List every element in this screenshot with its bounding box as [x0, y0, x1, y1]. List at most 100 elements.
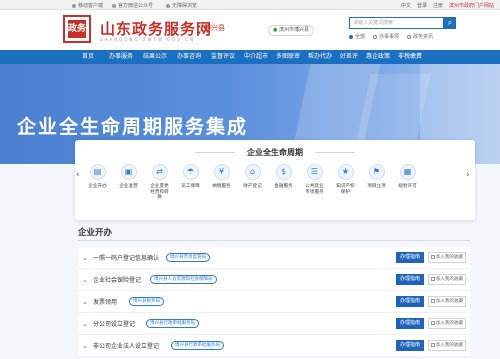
- search-button[interactable]: ⌕: [444, 17, 456, 29]
- main-nav: 首页 办事服务 结果公示 办事咨询 监督评议 中介超市 多图联审 帮办代办 好差…: [0, 50, 500, 64]
- chevron-down-icon[interactable]: ⌄: [82, 254, 88, 262]
- checkbox-icon: [431, 342, 435, 347]
- stage-label: 企业开办: [88, 184, 107, 189]
- guide-button[interactable]: 办理指南: [396, 340, 424, 351]
- stage-operating-permit[interactable]: ▣ 企业准营: [113, 164, 144, 201]
- utility-bar: 移动客户端 官方微信公众号 无障碍浏览 中文 登录 注册 滨州市政府门户网站: [0, 0, 500, 10]
- stage-label: 纳税服务: [212, 184, 231, 189]
- stage-project[interactable]: ⚑ 项目立项: [361, 164, 392, 201]
- scope-news-radio[interactable]: 政务资讯: [407, 33, 433, 40]
- umbrella-icon: ☂: [182, 164, 199, 180]
- item-name[interactable]: 发票领用: [93, 297, 117, 306]
- list-item: ⌄ 企业社会保险登记 博兴县人力资源和社会保障局 办理指南 加入我的收藏: [78, 269, 470, 291]
- guide-button[interactable]: 办理指南: [396, 318, 424, 329]
- list-item: ⌄ 一照一码户登记信息确认 博兴县市场监管局 办理指南 加入我的收藏: [78, 247, 470, 269]
- list-item: ⌄ 发票领用 博兴县税务局 办理指南 加入我的收藏: [78, 291, 470, 313]
- nav-rating[interactable]: 好差评: [336, 50, 362, 64]
- stage-company-setup[interactable]: ▤ 企业开办: [82, 164, 113, 201]
- section-divider: [78, 240, 470, 241]
- checkbox-icon: [431, 320, 435, 325]
- list-item: ⌄ 非公司企业法人设立登记 博兴县行政审批服务局 办理指南 加入我的收藏: [78, 335, 470, 357]
- service-list: ⌄ 一照一码户登记信息确认 博兴县市场监管局 办理指南 加入我的收藏 ⌄ 企业社…: [78, 247, 470, 357]
- util-right: 中文 登录 注册 滨州市政府门户网站: [401, 2, 494, 9]
- scope-all-radio[interactable]: 全部: [349, 33, 365, 40]
- stage-employee-security[interactable]: ☂ 员工保障: [175, 164, 206, 201]
- accessibility-link[interactable]: 无障碍浏览: [166, 2, 197, 9]
- favorite-button[interactable]: 加入我的收藏: [428, 340, 466, 351]
- item-name[interactable]: 企业社会保险登记: [93, 275, 141, 284]
- nav-consult[interactable]: 办事咨询: [172, 50, 206, 64]
- favorite-label: 加入我的收藏: [436, 343, 463, 348]
- nav-agency[interactable]: 中介超市: [240, 50, 272, 64]
- nav-results[interactable]: 结果公示: [138, 50, 172, 64]
- stage-property[interactable]: ⌂ 财产登记: [237, 164, 268, 201]
- guide-button[interactable]: 办理指南: [396, 274, 424, 285]
- nav-policy[interactable]: 惠企政策: [362, 50, 394, 64]
- site-subtitle: SHANDONG ZWFW GOV CN: [100, 37, 196, 42]
- chevron-down-icon[interactable]: ⌄: [82, 276, 88, 284]
- mobile-client-link[interactable]: 移动客户端: [72, 2, 103, 9]
- site-title: 山东政务服务网: [100, 20, 213, 38]
- nav-supervision[interactable]: 监督评议: [206, 50, 240, 64]
- guide-button[interactable]: 办理指南: [396, 252, 424, 263]
- lang-link[interactable]: 中文: [401, 2, 411, 9]
- nav-home[interactable]: 首页: [72, 50, 104, 64]
- nav-assist[interactable]: 帮办代办: [304, 50, 336, 64]
- chevron-down-icon[interactable]: ⌄: [82, 320, 88, 328]
- section-title: 企业开办: [78, 228, 113, 238]
- finance-icon: $: [275, 164, 292, 180]
- stage-finance[interactable]: $ 金融服务: [268, 164, 299, 201]
- search-input[interactable]: 请输入关键词搜索: [349, 17, 444, 29]
- item-name[interactable]: 非公司企业法人设立登记: [93, 341, 159, 350]
- site-logo[interactable]: 政务: [63, 15, 91, 43]
- department-badge: 博兴县人力资源和社会保障局: [150, 275, 217, 284]
- employment-icon: ☰: [306, 164, 323, 180]
- nav-services[interactable]: 办事服务: [104, 50, 138, 64]
- stage-planning[interactable]: ▦ 规划许可: [392, 164, 423, 201]
- wechat-link[interactable]: 官方微信公众号: [112, 2, 153, 9]
- register-link[interactable]: 注册: [433, 2, 443, 9]
- lifecycle-title: 企业全生命周期: [247, 148, 303, 157]
- item-name[interactable]: 分公司设立登记: [93, 319, 135, 328]
- guide-button[interactable]: 办理指南: [396, 296, 424, 307]
- department-badge: 博兴县行政审批服务局: [146, 319, 199, 328]
- stage-tax[interactable]: ¥ 纳税服务: [206, 164, 237, 201]
- favorite-label: 加入我的收藏: [436, 255, 463, 260]
- item-name[interactable]: 一照一码户登记信息确认: [93, 253, 159, 262]
- stage-label: 规划许可: [398, 184, 417, 189]
- chevron-down-icon[interactable]: ⌄: [82, 342, 88, 350]
- nav-joint-review[interactable]: 多图联审: [272, 50, 304, 64]
- scope-all-label: 全部: [355, 34, 366, 40]
- favorite-button[interactable]: 加入我的收藏: [428, 252, 466, 263]
- list-item: ⌄ 分公司设立登记 博兴县行政审批服务局 办理指南 加入我的收藏: [78, 313, 470, 335]
- stage-employment[interactable]: ☰ 公共就业 专项服务: [299, 164, 330, 201]
- favorite-button[interactable]: 加入我的收藏: [428, 318, 466, 329]
- stage-change[interactable]: ⇄ 企业变更 经营和转 换: [144, 164, 175, 201]
- ip-icon: ★: [337, 164, 354, 180]
- document-icon: ▤: [89, 164, 106, 180]
- location-label: 滨州市博兴县: [278, 27, 309, 33]
- portal-link[interactable]: 滨州市政府门户网站: [449, 2, 494, 9]
- next-arrow-icon[interactable]: ›: [466, 170, 470, 180]
- logo-text: 政务: [68, 20, 86, 38]
- search-icon: ⌕: [447, 18, 453, 27]
- prev-arrow-icon[interactable]: ‹: [76, 170, 80, 180]
- mobile-label: 移动客户端: [78, 3, 104, 9]
- scope-service-radio[interactable]: 办事事项: [373, 33, 399, 40]
- nav-fees[interactable]: 非税缴费: [394, 50, 426, 64]
- department-badge: 博兴县行政审批服务局: [171, 341, 224, 350]
- region-label: 博兴县: [200, 23, 225, 33]
- certificate-icon: ▣: [120, 164, 137, 180]
- header: 政务 山东政务服务网 SHANDONG ZWFW GOV CN 博兴县 ● 滨州…: [0, 10, 500, 50]
- checkbox-icon: [431, 298, 435, 303]
- login-link[interactable]: 登录: [417, 2, 427, 9]
- favorite-button[interactable]: 加入我的收藏: [428, 296, 466, 307]
- chevron-down-icon[interactable]: ⌄: [82, 298, 88, 306]
- lifecycle-stages: ▤ 企业开办 ▣ 企业准营 ⇄ 企业变更 经营和转 换 ☂ 员工保障 ¥ 纳税服…: [82, 164, 423, 201]
- permit-icon: ▦: [399, 164, 416, 180]
- stage-ip[interactable]: ★ 知识产权 保护: [330, 164, 361, 201]
- favorite-button[interactable]: 加入我的收藏: [428, 274, 466, 285]
- location-switcher[interactable]: ● 滨州市博兴县: [268, 25, 314, 36]
- favorite-label: 加入我的收藏: [436, 299, 463, 304]
- divider: [315, 152, 355, 153]
